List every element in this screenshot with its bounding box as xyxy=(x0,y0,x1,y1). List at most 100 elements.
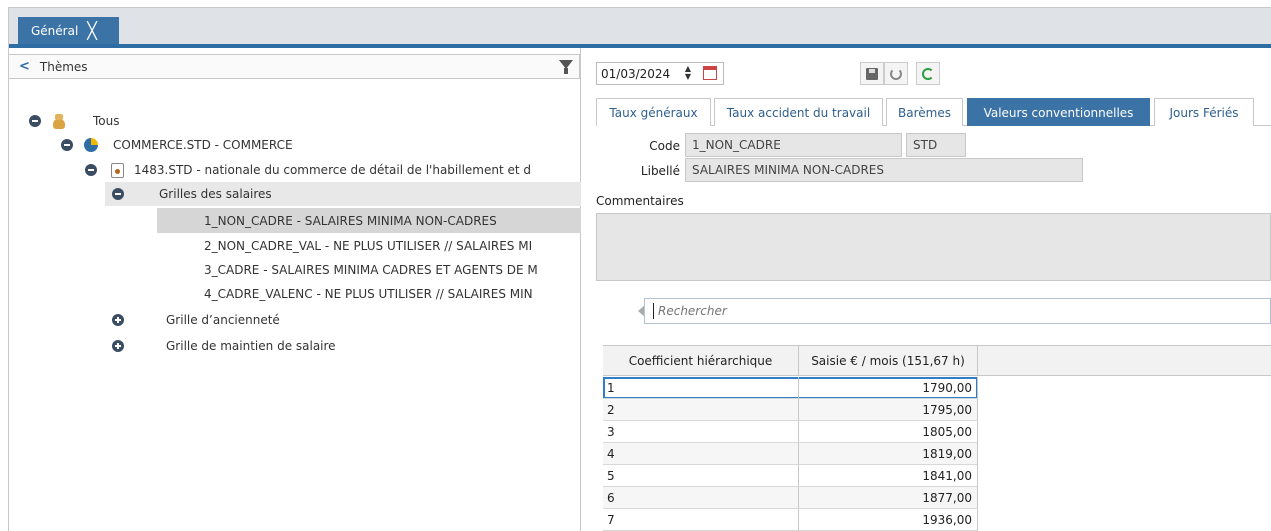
tree-item-grille-anciennete[interactable]: Grille d’ancienneté xyxy=(112,308,280,332)
coefficient-cell[interactable]: 3 xyxy=(603,421,799,443)
calendar-icon[interactable] xyxy=(703,66,717,80)
tree-item-label: 4_CADRE_VALENC - NE PLUS UTILISER // SAL… xyxy=(204,287,533,301)
date-spinner[interactable]: ▲ ▼ xyxy=(683,65,693,81)
code-field[interactable]: 1_NON_CADRE xyxy=(685,133,902,157)
libelle-field[interactable]: SALAIRES MINIMA NON-CADRES xyxy=(685,158,1083,182)
table-row[interactable]: 5 1841,00 xyxy=(603,465,978,487)
saisie-cell[interactable]: 1795,00 xyxy=(799,399,978,421)
tree-item-tous[interactable]: Tous xyxy=(29,109,120,133)
tree-item-2-non-cadre-val[interactable]: 2_NON_CADRE_VAL - NE PLUS UTILISER // SA… xyxy=(204,234,532,258)
undo-icon xyxy=(890,67,902,80)
tree-item-grilles-salaires[interactable]: Grilles des salaires xyxy=(105,182,581,206)
column-header-coefficient[interactable]: Coefficient hiérarchique xyxy=(603,346,799,376)
saisie-cell[interactable]: 1936,00 xyxy=(799,509,978,531)
libelle-label: Libellé xyxy=(640,164,680,178)
main-tabstrip: Général ╳ xyxy=(9,8,1271,48)
code-value: 1_NON_CADRE xyxy=(692,138,781,152)
tab-taux-accident[interactable]: Taux accident du travail xyxy=(714,98,883,126)
subtab-bar: Taux généraux Taux accident du travail B… xyxy=(596,96,1271,126)
tab-taux-generaux[interactable]: Taux généraux xyxy=(596,98,711,126)
coefficient-cell[interactable]: 4 xyxy=(603,443,799,465)
expand-icon[interactable] xyxy=(112,340,124,352)
comments-label: Commentaires xyxy=(596,194,684,208)
expand-icon[interactable] xyxy=(112,314,124,326)
libelle-value: SALAIRES MINIMA NON-CADRES xyxy=(692,163,884,177)
refresh-icon xyxy=(922,67,934,80)
back-arrow-icon[interactable]: < xyxy=(19,59,30,74)
collapse-icon[interactable] xyxy=(112,188,124,200)
tree-item-label: Grille de maintien de salaire xyxy=(166,339,336,353)
themes-header: < Thèmes xyxy=(9,54,580,79)
tree-item-label: 1483.STD - nationale du commerce de déta… xyxy=(134,163,532,177)
tree-item-3-cadre[interactable]: 3_CADRE - SALAIRES MINIMA CADRES ET AGEN… xyxy=(204,258,538,282)
money-bag-icon xyxy=(51,113,66,130)
date-value: 01/03/2024 xyxy=(601,66,671,81)
collapse-icon[interactable] xyxy=(29,115,41,127)
text-caret xyxy=(653,303,654,319)
refresh-button[interactable] xyxy=(916,62,940,85)
undo-button[interactable] xyxy=(884,62,908,85)
tab-baremes[interactable]: Barèmes xyxy=(886,98,963,126)
tab-label: Jours Fériés xyxy=(1169,105,1239,120)
collapse-icon[interactable] xyxy=(85,164,97,176)
spin-down-icon[interactable]: ▼ xyxy=(685,72,691,81)
tab-label: Valeurs conventionnelles xyxy=(983,105,1134,120)
column-header-saisie[interactable]: Saisie € / mois (151,67 h) xyxy=(799,346,978,376)
table-row[interactable]: 7 1936,00 xyxy=(603,509,978,531)
coefficient-cell[interactable]: 1 xyxy=(603,377,799,399)
detail-panel: 01/03/2024 ▲ ▼ Taux généraux Taux accide… xyxy=(584,48,1271,531)
save-button[interactable] xyxy=(860,62,884,85)
table-row[interactable]: 2 1795,00 xyxy=(603,399,978,421)
coefficient-cell[interactable]: 5 xyxy=(603,465,799,487)
saisie-cell[interactable]: 1790,00 xyxy=(799,377,978,399)
saisie-cell[interactable]: 1877,00 xyxy=(799,487,978,509)
tree-item-label: Grille d’ancienneté xyxy=(166,313,280,327)
tree-item-label: 1_NON_CADRE - SALAIRES MINIMA NON-CADRES xyxy=(204,213,497,228)
tree-item-commerce[interactable]: COMMERCE.STD - COMMERCE xyxy=(61,133,293,157)
saisie-cell[interactable]: 1841,00 xyxy=(799,465,978,487)
code-suffix-value: STD xyxy=(913,138,938,152)
tab-general[interactable]: Général ╳ xyxy=(18,17,119,44)
themes-panel: < Thèmes Tous COMMERCE.STD - COMMERCE 14… xyxy=(9,48,581,531)
code-suffix-field[interactable]: STD xyxy=(906,133,966,157)
values-grid: Coefficient hiérarchique Saisie € / mois… xyxy=(603,345,1271,531)
pie-chart-icon xyxy=(84,138,98,152)
tree-item-grille-maintien[interactable]: Grille de maintien de salaire xyxy=(112,334,336,358)
saisie-cell[interactable]: 1805,00 xyxy=(799,421,978,443)
tree-item-1-non-cadre[interactable]: 1_NON_CADRE - SALAIRES MINIMA NON-CADRES xyxy=(157,208,581,233)
tab-label: Taux généraux xyxy=(609,105,698,120)
save-icon xyxy=(866,67,878,80)
coefficient-cell[interactable]: 7 xyxy=(603,509,799,531)
tab-jours-feries[interactable]: Jours Fériés xyxy=(1154,98,1254,126)
search-box[interactable] xyxy=(644,298,1271,324)
tab-label: Taux accident du travail xyxy=(726,105,871,120)
table-row[interactable]: 1 1790,00 xyxy=(603,377,978,399)
tab-label: Barèmes xyxy=(898,105,951,120)
document-icon xyxy=(111,162,124,178)
app-window: Général ╳ < Thèmes Tous COMMERCE.STD - C… xyxy=(8,7,1271,531)
tree-item-4-cadre-valenc[interactable]: 4_CADRE_VALENC - NE PLUS UTILISER // SAL… xyxy=(204,282,533,306)
collapse-icon[interactable] xyxy=(61,139,73,151)
table-row[interactable]: 6 1877,00 xyxy=(603,487,978,509)
table-row[interactable]: 4 1819,00 xyxy=(603,443,978,465)
search-input[interactable] xyxy=(658,304,958,318)
tree-item-label: Tous xyxy=(93,114,120,128)
tree-item-label: 3_CADRE - SALAIRES MINIMA CADRES ET AGEN… xyxy=(204,263,538,277)
tree-item-label: COMMERCE.STD - COMMERCE xyxy=(113,138,293,152)
table-row[interactable]: 3 1805,00 xyxy=(603,421,978,443)
grid-header: Coefficient hiérarchique Saisie € / mois… xyxy=(603,346,1271,376)
comments-textarea[interactable] xyxy=(596,213,1271,281)
tree-item-label: 2_NON_CADRE_VAL - NE PLUS UTILISER // SA… xyxy=(204,239,533,253)
code-label: Code xyxy=(649,139,680,153)
tab-general-label: Général xyxy=(31,23,79,38)
tab-valeurs-conventionnelles[interactable]: Valeurs conventionnelles xyxy=(967,98,1150,126)
date-field[interactable]: 01/03/2024 ▲ ▼ xyxy=(596,62,724,85)
tree-item-label: Grilles des salaires xyxy=(159,187,272,201)
close-icon[interactable]: ╳ xyxy=(87,22,97,39)
themes-title: Thèmes xyxy=(39,59,88,74)
coefficient-cell[interactable]: 2 xyxy=(603,399,799,421)
filter-icon[interactable] xyxy=(559,60,573,74)
tree-item-convention-1483[interactable]: 1483.STD - nationale du commerce de déta… xyxy=(85,158,531,182)
coefficient-cell[interactable]: 6 xyxy=(603,487,799,509)
saisie-cell[interactable]: 1819,00 xyxy=(799,443,978,465)
